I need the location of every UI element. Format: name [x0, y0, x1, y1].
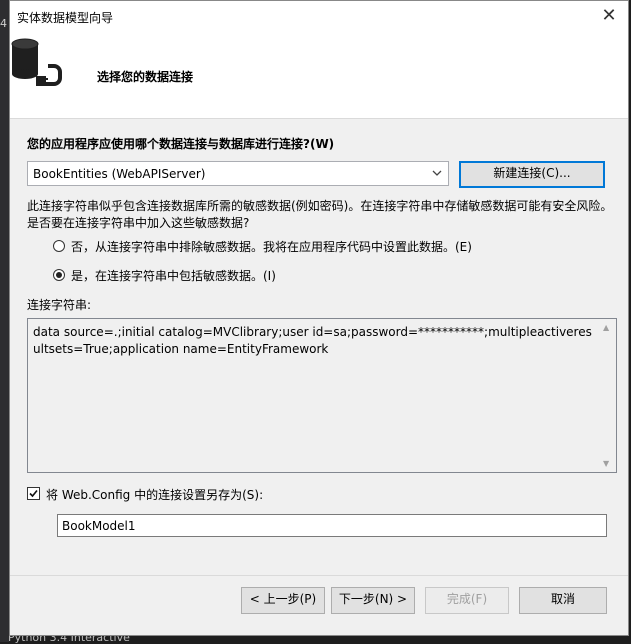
entity-data-model-wizard: 实体数据模型向导 ✕ 选择您的数据连接 您的应用程序应使用哪个数据连接与数据库进…: [9, 0, 629, 636]
save-settings-checkbox[interactable]: [27, 487, 40, 500]
save-settings-label: 将 Web.Config 中的连接设置另存为(S):: [46, 488, 264, 502]
close-icon[interactable]: ✕: [598, 5, 620, 27]
database-plug-icon: [11, 38, 62, 86]
header-title: 选择您的数据连接: [97, 70, 194, 84]
title-bar: 实体数据模型向导 ✕: [10, 1, 628, 32]
chevron-down-icon: [432, 170, 442, 176]
scroll-up-icon[interactable]: ▲: [603, 323, 609, 332]
finish-button[interactable]: 完成(F): [425, 587, 509, 614]
connection-string-text: data source=.;initial catalog=MVClibrary…: [33, 325, 592, 356]
background-editor-strip: [0, 0, 9, 642]
radio-include-label: 是，在连接字符串中包括敏感数据。(I): [71, 269, 276, 283]
background-glyph: 4: [0, 17, 7, 30]
connection-select-value: BookEntities (WebAPIServer): [33, 167, 206, 181]
connection-name-input[interactable]: BookModel1: [57, 514, 607, 537]
radio-exclude-label: 否，从连接字符串中排除敏感数据。我将在应用程序代码中设置此数据。(E): [71, 240, 472, 254]
scroll-down-icon[interactable]: ▼: [603, 459, 609, 468]
dialog-title: 实体数据模型向导: [17, 11, 114, 25]
connection-string-box[interactable]: data source=.;initial catalog=MVClibrary…: [27, 318, 617, 473]
vertical-scrollbar[interactable]: ▲ ▼: [599, 319, 616, 472]
connection-select[interactable]: BookEntities (WebAPIServer): [27, 161, 449, 186]
cancel-button[interactable]: 取消: [519, 587, 607, 614]
footer-divider: [10, 575, 628, 576]
connection-string-label: 连接字符串:: [27, 298, 92, 312]
connection-name-value: BookModel1: [62, 519, 136, 533]
radio-button[interactable]: [53, 269, 65, 281]
wizard-header: 选择您的数据连接: [10, 32, 628, 119]
previous-button[interactable]: < 上一步(P): [241, 587, 325, 614]
connection-question: 您的应用程序应使用哪个数据连接与数据库进行连接?(W): [27, 137, 335, 151]
checkmark-icon: [29, 489, 38, 498]
next-button[interactable]: 下一步(N) >: [331, 587, 415, 614]
new-connection-button[interactable]: 新建连接(C)...: [459, 161, 605, 188]
radio-button[interactable]: [53, 240, 65, 252]
sensitive-data-warning: 此连接字符串似乎包含连接数据库所需的敏感数据(例如密码)。在连接字符串中存储敏感…: [27, 199, 613, 230]
